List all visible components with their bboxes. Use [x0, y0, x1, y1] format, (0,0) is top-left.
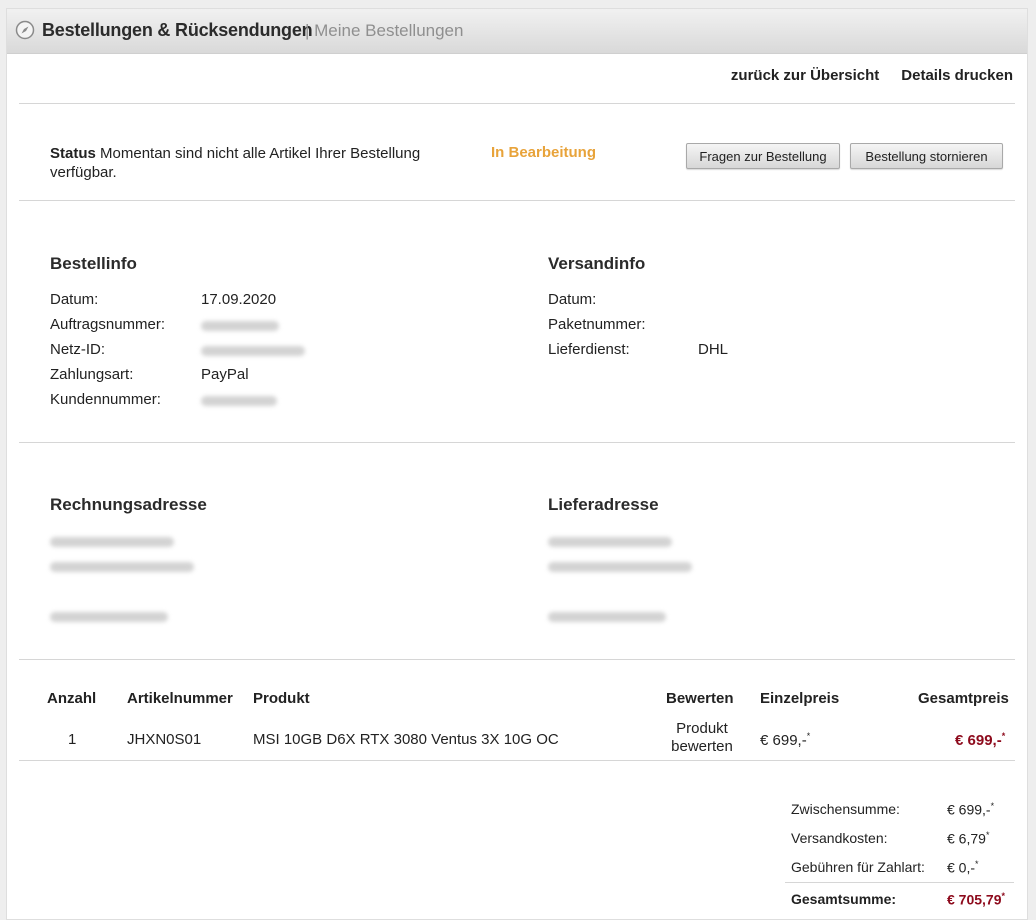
- divider: [19, 760, 1015, 761]
- payment-fee-label: Gebühren für Zahlart:: [791, 859, 925, 875]
- grand-total-label: Gesamtsumme:: [791, 891, 897, 907]
- order-number-label: Auftragsnummer:: [50, 316, 166, 333]
- redacted-order-number: [201, 321, 279, 331]
- print-details-link[interactable]: Details drucken: [901, 67, 1013, 84]
- page-header: Bestellungen & Rücksendungen | Meine Bes…: [7, 9, 1027, 54]
- column-header-article: Artikelnummer: [127, 690, 233, 707]
- billing-address-title: Rechnungsadresse: [50, 495, 207, 514]
- row-qty: 1: [68, 731, 77, 748]
- rate-product-line1: Produkt: [676, 720, 728, 737]
- carrier-value: DHL: [698, 341, 729, 358]
- order-info-title: Bestellinfo: [50, 254, 137, 273]
- column-header-rate: Bewerten: [666, 690, 734, 707]
- divider: [19, 200, 1015, 201]
- divider: [19, 659, 1015, 660]
- redacted-net-id: [201, 346, 305, 356]
- divider: [19, 103, 1015, 104]
- redacted-billing-name: [50, 537, 174, 547]
- row-unit-price: € 699,-*: [760, 731, 811, 749]
- shipping-cost-value: € 6,79*: [947, 830, 990, 847]
- payment-fee-value: € 0,-*: [947, 859, 979, 876]
- redacted-billing-city: [50, 612, 168, 622]
- redacted-customer-number: [201, 396, 277, 406]
- column-header-unit-price: Einzelpreis: [760, 690, 840, 707]
- subtotal-value: € 699,-*: [947, 801, 995, 818]
- back-to-overview-link[interactable]: zurück zur Übersicht: [731, 67, 879, 84]
- column-header-total-price: Gesamtpreis: [918, 690, 1009, 707]
- order-details-panel: Bestellungen & Rücksendungen | Meine Bes…: [6, 8, 1028, 920]
- page-title: Bestellungen & Rücksendungen: [42, 20, 313, 40]
- redacted-delivery-street: [548, 562, 692, 572]
- shipping-cost-label: Versandkosten:: [791, 830, 888, 846]
- redacted-delivery-city: [548, 612, 666, 622]
- grand-total-value: € 705,79*: [947, 891, 1006, 908]
- status-description: Momentan sind nicht alle Artikel Ihrer B…: [50, 145, 421, 181]
- customer-number-label: Kundennummer:: [50, 391, 161, 408]
- order-date-value: 17.09.2020: [201, 291, 277, 308]
- payment-method-label: Zahlungsart:: [50, 366, 134, 383]
- status-badge: In Bearbeitung: [491, 144, 597, 161]
- column-header-product: Produkt: [253, 690, 310, 707]
- payment-method-value: PayPal: [201, 366, 249, 383]
- status-label: Status: [50, 145, 96, 162]
- order-date-label: Datum:: [50, 291, 99, 308]
- rate-product-link[interactable]: Produkt bewerten: [661, 720, 743, 756]
- redacted-billing-street: [50, 562, 194, 572]
- net-id-label: Netz-ID:: [50, 341, 106, 358]
- row-product-name: MSI 10GB D6X RTX 3080 Ventus 3X 10G OC: [253, 731, 559, 748]
- status-message: Status Momentan sind nicht alle Artikel …: [50, 144, 470, 182]
- subtotal-label: Zwischensumme:: [791, 801, 900, 817]
- order-questions-button[interactable]: Fragen zur Bestellung: [686, 143, 840, 169]
- package-number-label: Paketnummer:: [548, 316, 646, 333]
- page-subtitle: | Meine Bestellungen: [305, 21, 464, 40]
- rate-product-line2: bewerten: [671, 738, 733, 755]
- divider: [19, 442, 1015, 443]
- carrier-label: Lieferdienst:: [548, 341, 630, 358]
- redacted-delivery-name: [548, 537, 672, 547]
- top-links: zurück zur Übersicht Details drucken: [709, 67, 1013, 84]
- shipping-info-title: Versandinfo: [548, 254, 646, 273]
- cancel-order-button[interactable]: Bestellung stornieren: [850, 143, 1003, 169]
- shipping-date-label: Datum:: [548, 291, 597, 308]
- column-header-qty: Anzahl: [47, 690, 97, 707]
- summary-divider: [785, 882, 1014, 883]
- row-article-number: JHXN0S01: [127, 731, 202, 748]
- compass-icon: [15, 20, 35, 40]
- row-total-price: € 699,-*: [955, 731, 1006, 749]
- delivery-address-title: Lieferadresse: [548, 495, 659, 514]
